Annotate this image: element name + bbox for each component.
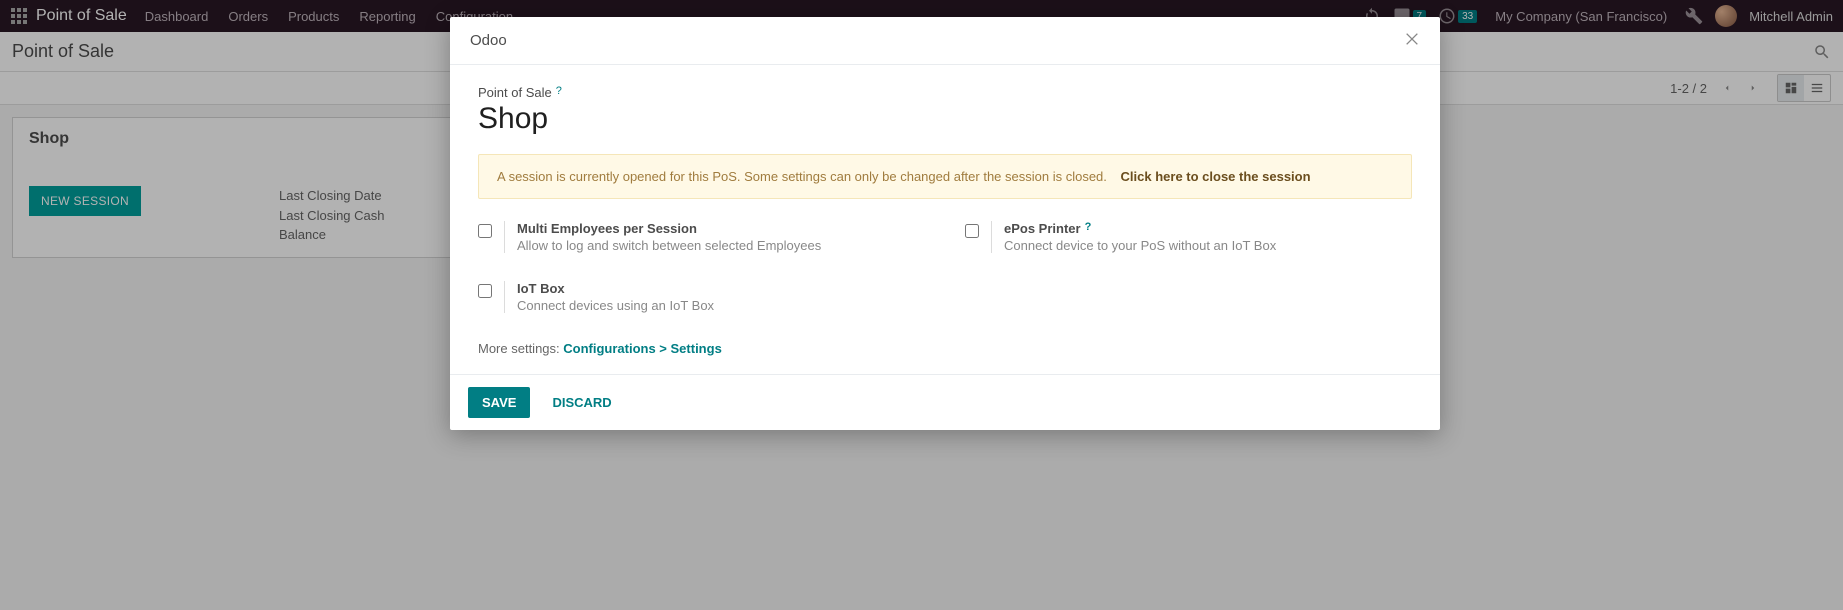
iot-checkbox[interactable] bbox=[478, 284, 492, 298]
iot-desc: Connect devices using an IoT Box bbox=[517, 298, 925, 313]
epos-help-icon[interactable]: ? bbox=[1085, 221, 1092, 233]
more-settings-link[interactable]: Configurations > Settings bbox=[563, 341, 722, 356]
record-title: Shop bbox=[478, 102, 1412, 136]
setting-epos-printer: ePos Printer? Connect device to your PoS… bbox=[965, 221, 1412, 253]
epos-checkbox[interactable] bbox=[965, 224, 979, 238]
modal-footer: SAVE DISCARD bbox=[450, 374, 1440, 430]
epos-title: ePos Printer bbox=[1004, 221, 1081, 236]
setting-iot-box: IoT Box Connect devices using an IoT Box bbox=[478, 281, 925, 313]
multi-employees-desc: Allow to log and switch between selected… bbox=[517, 238, 925, 253]
alert-text: A session is currently opened for this P… bbox=[497, 169, 1107, 184]
modal-breadcrumb-label: Point of Sale bbox=[478, 85, 552, 100]
save-button[interactable]: SAVE bbox=[468, 387, 530, 418]
close-button[interactable] bbox=[1404, 31, 1420, 50]
discard-button[interactable]: DISCARD bbox=[542, 387, 621, 418]
close-session-link[interactable]: Click here to close the session bbox=[1121, 169, 1311, 184]
multi-employees-title: Multi Employees per Session bbox=[517, 221, 697, 236]
multi-employees-checkbox[interactable] bbox=[478, 224, 492, 238]
epos-desc: Connect device to your PoS without an Io… bbox=[1004, 238, 1412, 253]
close-icon bbox=[1404, 31, 1420, 47]
modal: Odoo Point of Sale ? Shop A session is c… bbox=[450, 17, 1440, 430]
session-open-alert: A session is currently opened for this P… bbox=[478, 154, 1412, 199]
help-icon[interactable]: ? bbox=[556, 85, 562, 97]
modal-header: Odoo bbox=[450, 17, 1440, 65]
modal-title: Odoo bbox=[470, 32, 1404, 49]
setting-multi-employees: Multi Employees per Session Allow to log… bbox=[478, 221, 925, 253]
more-settings-label: More settings: bbox=[478, 341, 563, 356]
iot-title: IoT Box bbox=[517, 281, 565, 296]
